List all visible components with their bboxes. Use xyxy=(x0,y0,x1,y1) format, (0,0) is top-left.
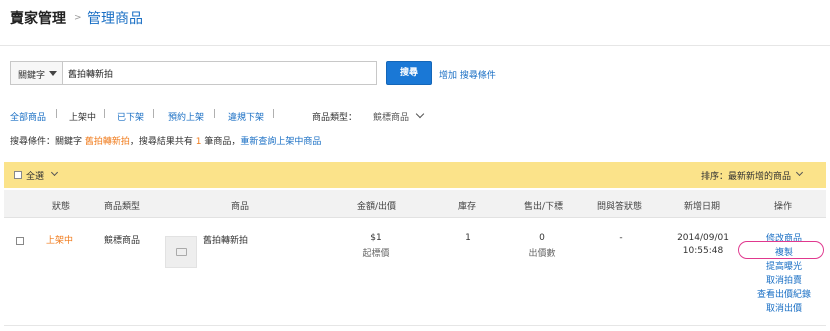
breadcrumb-separator: > xyxy=(74,13,82,23)
row-sold: 0 xyxy=(539,233,545,243)
row-status: 上架中 xyxy=(46,236,74,246)
row-time: 10:55:48 xyxy=(682,246,724,256)
filter-separator: | xyxy=(103,109,107,119)
row-date: 2014/09/01 xyxy=(677,233,729,243)
row-divider xyxy=(4,325,826,326)
copy-product-link[interactable]: 複製 xyxy=(775,245,793,258)
product-thumbnail[interactable] xyxy=(165,236,197,268)
header-divider xyxy=(0,45,830,46)
cancel-bid-link[interactable]: 取消出價 xyxy=(766,301,802,314)
conditions-suffix: 筆商品， xyxy=(204,137,241,147)
column-header-date: 新增日期 xyxy=(684,202,721,212)
filter-separator: | xyxy=(55,109,59,119)
filter-tab-delisted[interactable]: 已下架 xyxy=(117,110,144,123)
filter-separator: | xyxy=(272,109,276,119)
select-all-label[interactable]: 全選 xyxy=(26,169,44,182)
column-header-qa: 問與答狀態 xyxy=(597,202,643,212)
conditions-keyword: 舊拍轉新拍 xyxy=(84,137,130,147)
boost-exposure-link[interactable]: 提高曝光 xyxy=(766,259,802,272)
caret-down-icon xyxy=(49,71,57,76)
conditions-count: 1 xyxy=(195,137,202,147)
row-stock: 1 xyxy=(465,233,471,243)
keyword-select[interactable]: 關鍵字 xyxy=(10,61,62,85)
filter-tab-all[interactable]: 全部商品 xyxy=(10,110,46,123)
filter-tab-listed[interactable]: 上架中 xyxy=(69,110,96,123)
conditions-prefix: 搜尋條件：關鍵字 xyxy=(10,137,83,147)
search-input[interactable] xyxy=(62,61,377,85)
filter-tab-scheduled[interactable]: 預約上架 xyxy=(168,110,204,123)
column-header-stock: 庫存 xyxy=(458,202,477,212)
select-all-checkbox[interactable] xyxy=(14,171,22,179)
row-product-name[interactable]: 舊拍轉新拍 xyxy=(203,233,248,246)
filter-tab-violation[interactable]: 違規下架 xyxy=(228,110,264,123)
filter-separator: | xyxy=(152,109,156,119)
row-price-sub: 起標價 xyxy=(362,249,390,259)
row-checkbox[interactable] xyxy=(16,237,24,245)
add-search-conditions-link[interactable]: 增加 搜尋條件 xyxy=(439,68,496,81)
row-price: $1 xyxy=(370,233,382,243)
column-header-status: 狀態 xyxy=(52,202,71,212)
product-type-select[interactable]: 競標商品 xyxy=(373,110,409,123)
cancel-auction-link[interactable]: 取消拍賣 xyxy=(766,273,802,286)
product-type-label: 商品類型： xyxy=(312,113,358,123)
search-button[interactable]: 搜尋 xyxy=(386,61,432,85)
requery-listed-link[interactable]: 重新查詢上架中商品 xyxy=(240,137,321,147)
image-placeholder-icon xyxy=(176,248,187,256)
keyword-select-label: 關鍵字 xyxy=(18,71,46,81)
search-conditions: 搜尋條件：關鍵字 舊拍轉新拍，搜尋結果共有 1 筆商品，重新查詢上架中商品 xyxy=(10,134,321,147)
conditions-middle: ，搜尋結果共有 xyxy=(129,137,193,147)
page-title: 賣家管理 xyxy=(10,11,66,27)
column-header-sold: 售出/下標 xyxy=(524,202,564,212)
sort-select[interactable]: 排序：最新新增的商品 xyxy=(701,169,791,182)
row-sold-sub: 出價數 xyxy=(528,249,556,259)
row-qa: - xyxy=(619,233,623,243)
filter-separator: | xyxy=(213,109,217,119)
column-header-type: 商品類型 xyxy=(104,202,141,212)
breadcrumb-manage-products[interactable]: 管理商品 xyxy=(87,8,143,28)
chevron-down-icon[interactable] xyxy=(415,109,425,119)
row-type: 競標商品 xyxy=(104,236,141,246)
view-bid-history-link[interactable]: 查看出價紀錄 xyxy=(757,287,811,300)
column-header-product: 商品 xyxy=(231,202,250,212)
column-header-price: 金額/出價 xyxy=(357,202,397,212)
column-header-actions: 操作 xyxy=(774,202,793,212)
